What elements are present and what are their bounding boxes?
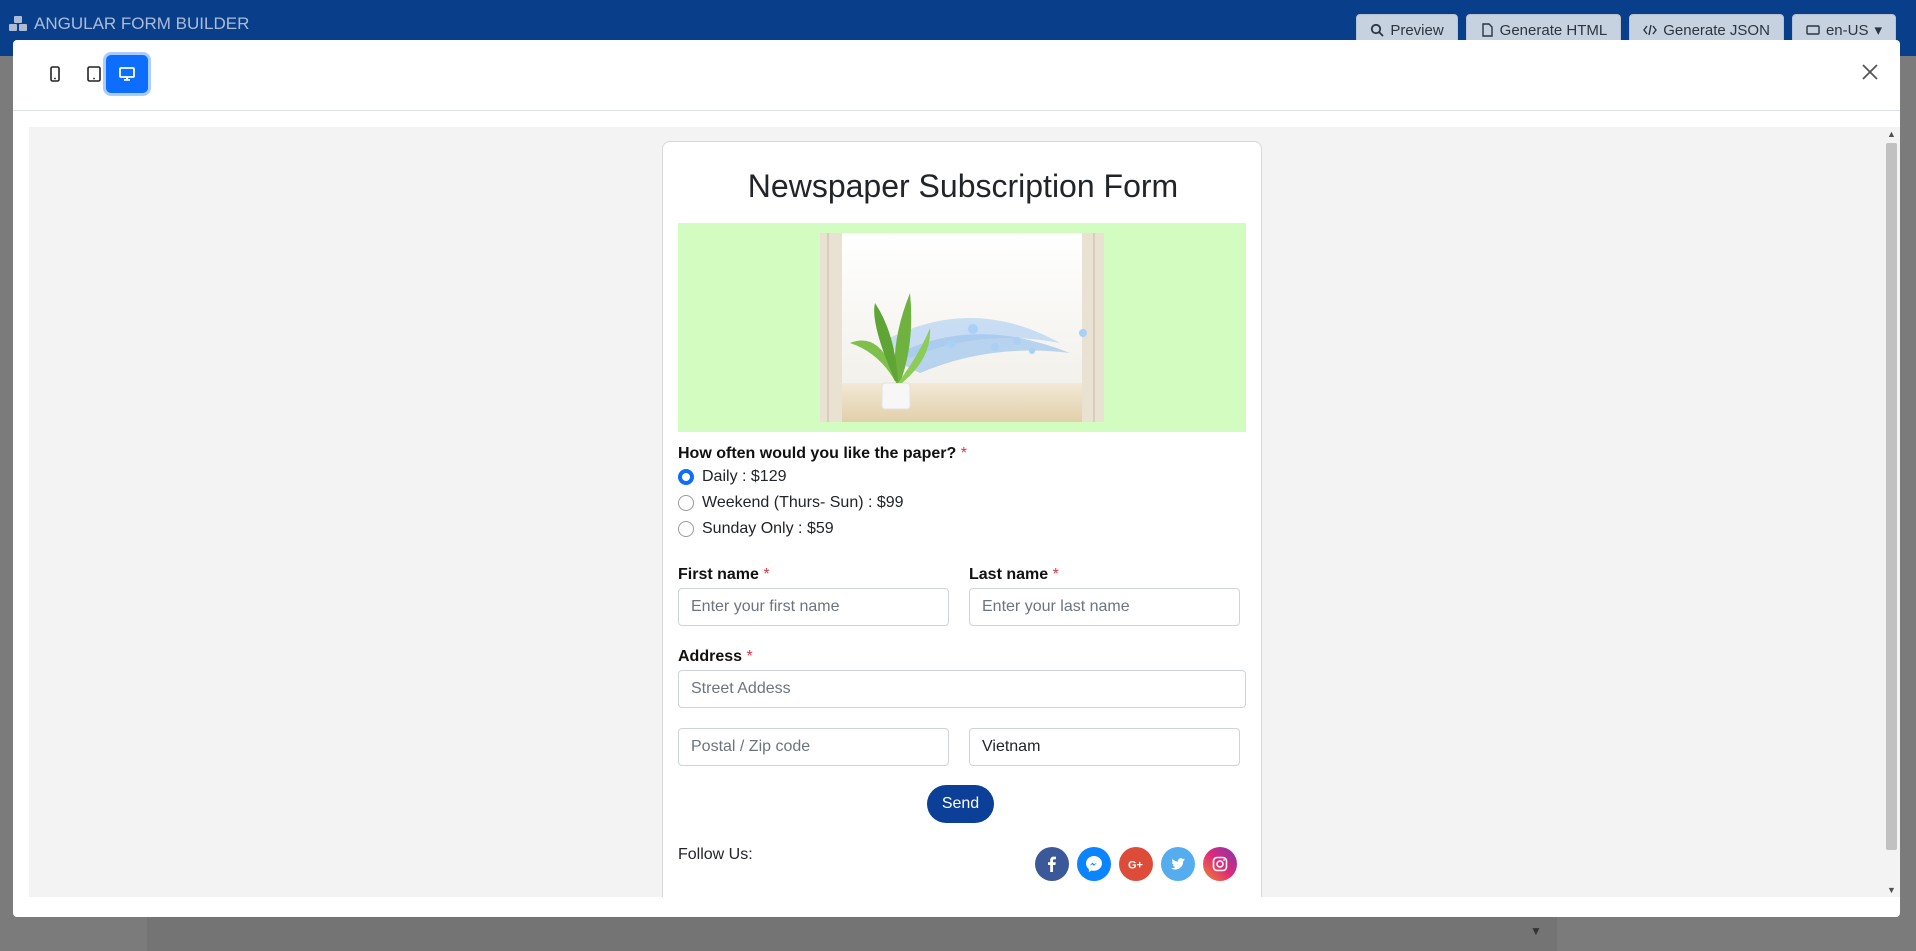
preview-label: Preview (1390, 21, 1444, 39)
vertical-scrollbar[interactable]: ▲ ▼ (1883, 127, 1900, 897)
caret-down-icon: ▾ (1874, 22, 1882, 39)
code-icon (1643, 24, 1658, 36)
cubes-icon (9, 16, 27, 31)
bottom-caret-icon: ▼ (1530, 924, 1542, 938)
app-bottom-bar (147, 911, 1557, 951)
required-marker: * (763, 566, 770, 583)
first-name-label: First name * (678, 566, 770, 584)
close-modal-button[interactable] (1856, 58, 1884, 86)
last-name-label: Last name * (969, 566, 1059, 584)
desktop-view-button[interactable] (106, 55, 148, 93)
required-marker: * (746, 648, 753, 665)
messenger-link[interactable] (1077, 847, 1111, 881)
svg-text:G+: G+ (1128, 860, 1143, 872)
plant-window-image (820, 233, 1104, 422)
option-sunday[interactable]: Sunday Only : $59 (678, 520, 834, 538)
form-card: Newspaper Subscription Form How often wo… (662, 141, 1262, 897)
follow-us-label: Follow Us: (678, 846, 753, 863)
instagram-link[interactable] (1203, 847, 1237, 881)
social-links: G+ (1035, 847, 1237, 881)
frequency-question-text: How often would you like the paper? (678, 445, 957, 462)
generate-json-label: Generate JSON (1663, 21, 1770, 39)
google-plus-icon: G+ (1128, 860, 1143, 872)
address-label-text: Address (678, 648, 743, 665)
form-title: Newspaper Subscription Form (747, 168, 1179, 204)
scroll-up-icon[interactable]: ▲ (1887, 129, 1896, 139)
app-brand: ANGULAR FORM BUILDER (8, 14, 249, 34)
file-code-icon (1481, 23, 1493, 37)
tablet-icon (87, 66, 101, 82)
scroll-down-icon[interactable]: ▼ (1887, 885, 1896, 895)
required-marker: * (1052, 566, 1059, 583)
hero-banner (678, 223, 1246, 432)
option-weekend[interactable]: Weekend (Thurs- Sun) : $99 (678, 494, 904, 512)
address-label: Address * (678, 648, 753, 666)
messenger-icon (1086, 856, 1102, 872)
required-marker: * (960, 445, 967, 462)
first-name-input[interactable] (678, 588, 949, 626)
country-input[interactable] (969, 728, 1240, 766)
mobile-icon (50, 66, 60, 82)
send-button[interactable]: Send (927, 785, 994, 823)
facebook-link[interactable] (1035, 847, 1069, 881)
mobile-view-button[interactable] (34, 55, 76, 93)
last-name-input[interactable] (969, 588, 1240, 626)
desktop-icon (119, 67, 135, 81)
preview-modal: Newspaper Subscription Form How often wo… (13, 40, 1900, 917)
preview-canvas: Newspaper Subscription Form How often wo… (29, 127, 1900, 897)
close-icon (1862, 64, 1878, 80)
search-icon (1371, 23, 1384, 37)
street-address-input[interactable] (678, 670, 1246, 708)
radio-sunday[interactable] (678, 521, 694, 537)
instagram-icon (1212, 856, 1228, 872)
option-sunday-label: Sunday Only : $59 (702, 520, 834, 537)
google-plus-link[interactable]: G+ (1119, 847, 1153, 881)
modal-header (13, 40, 1900, 111)
twitter-link[interactable] (1161, 847, 1195, 881)
frequency-question: How often would you like the paper? * (678, 445, 967, 463)
facebook-icon (1048, 856, 1056, 872)
postal-code-input[interactable] (678, 728, 949, 766)
generate-html-label: Generate HTML (1499, 21, 1608, 39)
radio-weekend[interactable] (678, 495, 694, 511)
twitter-icon (1171, 858, 1185, 870)
option-daily-label: Daily : $129 (702, 468, 787, 485)
app-brand-label: ANGULAR FORM BUILDER (34, 14, 250, 33)
option-daily[interactable]: Daily : $129 (678, 468, 787, 486)
last-name-label-text: Last name (969, 566, 1049, 583)
scroll-thumb[interactable] (1886, 143, 1897, 850)
first-name-label-text: First name (678, 566, 759, 583)
language-icon (1806, 25, 1820, 35)
option-weekend-label: Weekend (Thurs- Sun) : $99 (702, 494, 904, 511)
radio-daily[interactable] (678, 469, 694, 485)
language-label: en-US (1825, 21, 1869, 39)
